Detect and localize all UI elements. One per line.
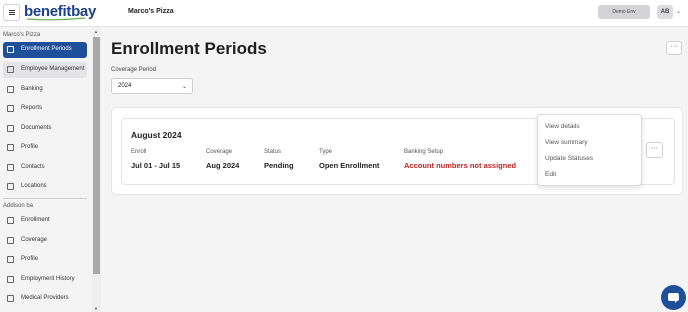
hamburger-menu-icon[interactable] — [3, 4, 20, 21]
sidebar-item-medical-providers[interactable]: Medical Providers — [3, 291, 87, 307]
sidebar: Marco's Pizza Enrollment Periods Employe… — [0, 27, 92, 312]
environment-button[interactable]: Demo Env — [598, 5, 650, 19]
sidebar-item-locations[interactable]: Locations — [3, 179, 87, 195]
medical-icon — [7, 295, 14, 302]
chevron-down-icon: ⌄ — [182, 84, 188, 90]
user-manage-icon — [7, 66, 14, 73]
shield-icon — [7, 217, 14, 224]
sidebar-item-label: Banking — [21, 86, 43, 92]
sidebar-item-banking[interactable]: Banking — [3, 82, 87, 98]
scroll-up-icon[interactable]: ▲ — [94, 29, 98, 34]
bank-icon — [7, 86, 14, 93]
sidebar-item-profile[interactable]: Profile — [3, 140, 87, 156]
report-icon — [7, 105, 14, 112]
user-icon — [7, 237, 14, 244]
sidebar-item-label: Profile — [21, 144, 39, 150]
user-avatar[interactable]: AB — [657, 5, 673, 19]
status-value: Pending — [264, 161, 294, 170]
sidebar-item-employee-management[interactable]: Employee Management — [3, 62, 87, 78]
period-title: August 2024 — [131, 130, 182, 140]
sidebar-item-label: Medical Providers — [21, 295, 69, 301]
sidebar-divider — [3, 198, 87, 199]
location-icon — [7, 183, 14, 190]
sidebar-item-label: Employment History — [21, 276, 75, 282]
status-label: Status — [264, 149, 282, 155]
coverage-period-value: 2024 — [118, 83, 132, 89]
building-icon — [7, 144, 14, 151]
sidebar-item-label: Documents — [21, 125, 52, 131]
sidebar-item-documents[interactable]: Documents — [3, 121, 87, 137]
logo-swoosh-icon — [26, 17, 86, 21]
coverage-value: Aug 2024 — [206, 161, 240, 170]
chevron-down-icon[interactable]: ⌄ — [676, 8, 681, 15]
type-label: Type — [319, 149, 333, 155]
row-actions-menu: View details View summary Update Statuse… — [537, 114, 642, 186]
row-more-button[interactable]: ··· — [646, 142, 663, 158]
sidebar-item-label: Contacts — [21, 164, 45, 170]
sidebar-item-label: Coverage — [21, 237, 48, 243]
sidebar-item-label: Enrollment Periods — [21, 46, 72, 52]
scrollbar-thumb[interactable] — [93, 37, 100, 274]
enroll-label: Enroll — [131, 149, 147, 155]
contacts-icon — [7, 164, 14, 171]
sidebar-item-contacts[interactable]: Contacts — [3, 160, 87, 176]
chat-button[interactable] — [661, 285, 686, 310]
sidebar-item-reports[interactable]: Reports — [3, 101, 87, 117]
calendar-icon — [7, 46, 14, 53]
company-name: Marco's Pizza — [128, 8, 174, 15]
sidebar-item-employment-history[interactable]: Employment History — [3, 272, 87, 288]
sidebar-item-label: Employee Management — [21, 66, 85, 72]
coverage-period-select[interactable]: 2024 ⌄ — [111, 78, 193, 94]
enroll-value: Jul 01 - Jul 15 — [131, 161, 181, 170]
sidebar-item-label: Profile — [21, 256, 39, 262]
document-icon — [7, 125, 14, 132]
sidebar-item-enrollment-periods[interactable]: Enrollment Periods — [3, 42, 87, 58]
sidebar-item-label: Locations — [21, 183, 47, 189]
coverage-label: Coverage — [206, 149, 233, 155]
menu-item-view-summary[interactable]: View summary — [545, 139, 588, 146]
menu-item-view-details[interactable]: View details — [545, 123, 580, 130]
scroll-down-icon[interactable]: ▼ — [94, 306, 98, 311]
sidebar-item-employee-profile[interactable]: Profile — [3, 252, 87, 268]
sidebar-section-label: Marco's Pizza — [3, 32, 41, 38]
banking-setup-label: Banking Setup — [404, 149, 444, 155]
type-value: Open Enrollment — [319, 161, 380, 170]
profile-icon — [7, 256, 14, 263]
coverage-period-label: Coverage Period — [111, 67, 157, 73]
menu-item-edit[interactable]: Edit — [545, 171, 556, 178]
sidebar-item-enrollment[interactable]: Enrollment — [3, 213, 87, 229]
top-bar: benefitbay Marco's Pizza Demo Env AB ⌄ — [0, 0, 688, 27]
history-icon — [7, 276, 14, 283]
sidebar-section-label: Addison ba — [3, 203, 34, 209]
menu-item-update-statuses[interactable]: Update Statuses — [545, 155, 593, 162]
sidebar-item-label: Reports — [21, 105, 43, 111]
sidebar-item-coverage[interactable]: Coverage — [3, 233, 87, 249]
banking-setup-value: Account numbers not assigned — [404, 161, 517, 170]
page-more-button[interactable]: ··· — [666, 41, 682, 55]
sidebar-item-label: Enrollment — [21, 217, 50, 223]
page-title: Enrollment Periods — [111, 39, 267, 58]
